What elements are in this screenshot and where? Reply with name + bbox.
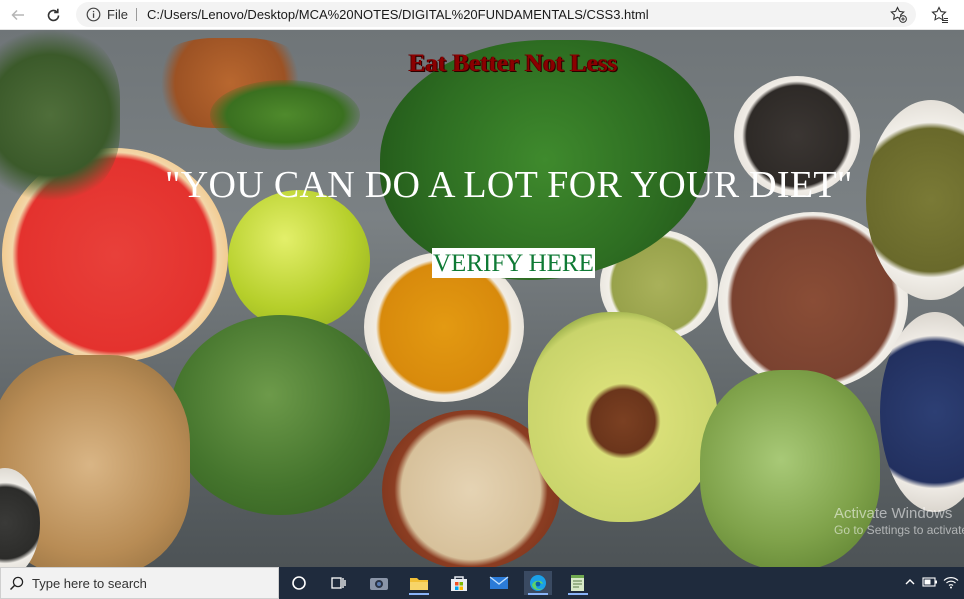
activate-windows-watermark: Activate Windows Go to Settings to activ… — [834, 505, 964, 539]
task-view-button[interactable] — [324, 571, 352, 595]
edge-icon — [530, 575, 546, 591]
watermark-title: Activate Windows — [834, 505, 953, 522]
favorites-icon[interactable] — [931, 6, 949, 24]
chevron-up-icon[interactable] — [904, 576, 916, 588]
camera-icon — [370, 578, 388, 590]
camera-app-button[interactable] — [365, 571, 393, 595]
store-button[interactable] — [445, 571, 473, 595]
running-indicator — [409, 593, 429, 595]
taskbar: Type here to search — [0, 567, 964, 599]
notepad-button[interactable] — [564, 571, 592, 595]
back-arrow-icon — [11, 9, 24, 21]
search-placeholder: Type here to search — [32, 576, 147, 591]
refresh-icon — [47, 8, 59, 21]
green-chili-image — [210, 80, 360, 150]
task-view-icon — [331, 577, 346, 589]
mail-icon — [489, 576, 509, 589]
running-indicator — [528, 593, 548, 595]
cortana-button[interactable] — [285, 571, 313, 595]
edge-button[interactable] — [524, 571, 552, 595]
add-favorite-icon[interactable] — [890, 6, 907, 23]
back-button[interactable] — [6, 3, 30, 27]
green-apple-image — [228, 190, 370, 330]
address-separator — [136, 8, 137, 21]
address-bar[interactable]: File C:/Users/Lenovo/Desktop/MCA%20NOTES… — [76, 2, 916, 27]
browser-toolbar: File C:/Users/Lenovo/Desktop/MCA%20NOTES… — [0, 0, 964, 30]
wifi-icon[interactable] — [943, 576, 959, 589]
rosemary-image — [0, 30, 120, 200]
taskbar-search-box[interactable]: Type here to search — [0, 567, 279, 599]
mail-button[interactable] — [485, 571, 513, 595]
headline: Eat Better Not Less — [409, 50, 618, 77]
info-icon[interactable] — [86, 7, 101, 22]
cortana-icon — [292, 576, 306, 590]
running-indicator — [568, 593, 588, 595]
broccoli-image — [170, 315, 390, 515]
page-viewport: Eat Better Not Less "YOU CAN DO A LOT FO… — [0, 30, 964, 567]
file-explorer-icon — [410, 578, 428, 590]
watermark-subtitle: Go to Settings to activate — [834, 523, 964, 537]
notepad-icon — [571, 575, 584, 591]
url-text[interactable]: C:/Users/Lenovo/Desktop/MCA%20NOTES/DIGI… — [147, 7, 649, 22]
battery-icon[interactable] — [922, 576, 938, 588]
verify-button[interactable]: VERIFY HERE — [432, 248, 595, 278]
file-explorer-button[interactable] — [405, 571, 433, 595]
avocado-image — [528, 312, 718, 522]
refresh-button[interactable] — [41, 3, 65, 27]
diet-quote: "YOU CAN DO A LOT FOR YOUR DIET" — [165, 164, 853, 206]
store-icon — [451, 576, 467, 591]
address-scheme-label: File — [107, 7, 128, 22]
search-icon — [9, 576, 24, 591]
